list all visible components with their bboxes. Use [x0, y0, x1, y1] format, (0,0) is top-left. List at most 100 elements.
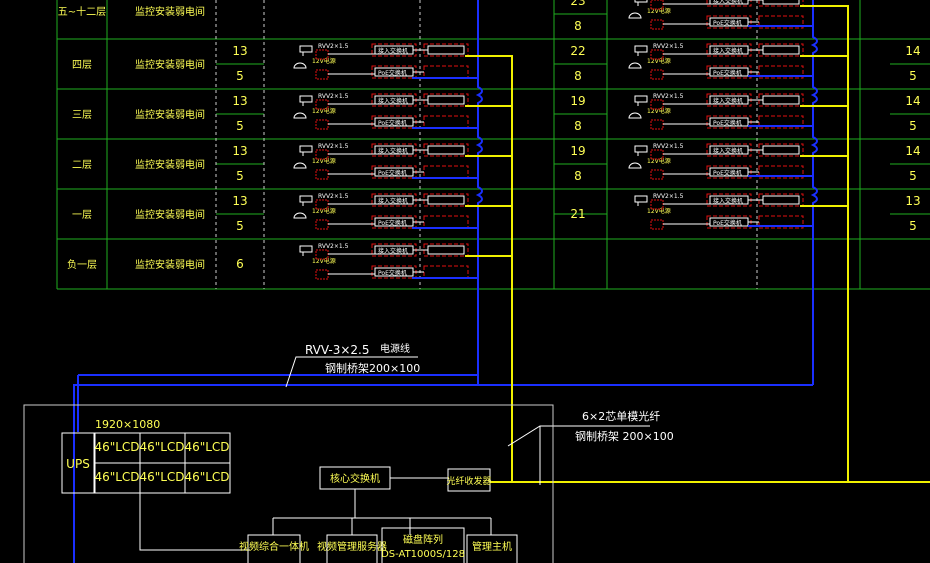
access-switch-label: 接入交换机 — [713, 97, 743, 105]
device-count: 19 — [570, 144, 585, 158]
floor-name: 二层 — [72, 159, 92, 171]
floor-device-group: RVV2×1.512V电源接入交换机PoE交换机 — [628, 0, 804, 30]
access-switch-label: 接入交换机 — [378, 197, 408, 205]
floor-device-group: RVV2×1.512V电源接入交换机PoE交换机 — [628, 143, 804, 180]
fiber-spec-label: 6×2芯单模光纤 — [582, 409, 660, 423]
yellow-fiber — [465, 55, 513, 482]
resolution-label: 1920×1080 — [95, 418, 160, 431]
storage-label: 磁盘阵列 — [403, 533, 443, 546]
camera-icon — [299, 45, 313, 56]
access-switch-label: 接入交换机 — [713, 0, 743, 5]
floor-name: 负一层 — [67, 258, 97, 271]
odf-frame — [423, 265, 469, 279]
dome-camera-icon — [628, 112, 642, 119]
floor-device-group: RVV2×1.512V电源接入交换机PoE交换机 — [299, 243, 469, 280]
floor-room: 监控安装弱电间 — [135, 258, 205, 271]
aggregation-box — [427, 45, 465, 55]
access-switch-label: 接入交换机 — [378, 47, 408, 55]
poe-switch-label: PoE交换机 — [713, 169, 742, 177]
poe-switch-label: PoE交换机 — [378, 169, 407, 177]
aggregation-box — [427, 95, 465, 105]
dome-camera-icon — [628, 12, 642, 19]
dome-camera-icon — [293, 62, 307, 69]
device-count: 5 — [236, 69, 244, 83]
rvv-label: RVV2×1.5 — [653, 93, 684, 100]
camera-icon — [634, 145, 648, 156]
floor-device-group: RVV2×1.512V电源接入交换机PoE交换机 — [628, 93, 804, 130]
poe-switch-label: PoE交换机 — [713, 219, 742, 227]
lcd-label: 46"LCD — [184, 440, 229, 454]
cable-spec-label: RVV-3×2.5 — [305, 343, 370, 357]
aggregation-box — [427, 195, 465, 205]
lcd-label: 46"LCD — [94, 470, 139, 484]
device-count: 8 — [574, 69, 582, 83]
dome-camera-icon — [293, 112, 307, 119]
device-count: 5 — [909, 119, 917, 133]
rvv-label: RVV2×1.5 — [318, 43, 349, 50]
power-box — [315, 169, 329, 180]
power-box — [650, 19, 664, 30]
aggregation-box — [762, 145, 800, 155]
floor-name: 五~十二层 — [58, 5, 106, 18]
poe-switch-label: PoE交换机 — [378, 269, 407, 277]
device-count: 21 — [570, 207, 585, 221]
tray-label: 钢制桥架200×100 — [325, 362, 420, 375]
device-count: 13 — [232, 44, 247, 58]
access-switch-label: 接入交换机 — [378, 147, 408, 155]
poe-switch-label: PoE交换机 — [713, 69, 742, 77]
dome-camera-icon — [628, 162, 642, 169]
riser-diagram: 五~十二层 监控安装弱电间238四层 监控安装弱电间135228145三层 监控安装弱… — [23, 0, 930, 563]
floor-room: 监控安装弱电间 — [135, 208, 205, 221]
device-count: 5 — [236, 219, 244, 233]
device-count: 8 — [574, 169, 582, 183]
device-count: 23 — [570, 0, 585, 8]
rvv-label: RVV2×1.5 — [653, 143, 684, 150]
camera-icon — [299, 245, 313, 256]
odf-frame — [423, 115, 469, 129]
poe-switch-label: PoE交换机 — [378, 69, 407, 77]
device-count: 14 — [905, 94, 920, 108]
access-switch-label: 接入交换机 — [713, 147, 743, 155]
device-count: 5 — [909, 219, 917, 233]
floor-device-group: RVV2×1.512V电源接入交换机PoE交换机 — [293, 193, 469, 230]
access-switch-label: 接入交换机 — [713, 47, 743, 55]
dome-camera-icon — [293, 212, 307, 219]
power-box — [315, 119, 329, 130]
cable-note-label: 电源线 — [380, 342, 410, 355]
floor-device-group: RVV2×1.512V电源接入交换机PoE交换机 — [628, 43, 804, 80]
power-box — [650, 69, 664, 80]
aggregation-box — [427, 245, 465, 255]
dome-camera-icon — [293, 162, 307, 169]
floor-device-group: RVV2×1.512V电源接入交换机PoE交换机 — [293, 93, 469, 130]
lcd-label: 46"LCD — [94, 440, 139, 454]
floor-name: 一层 — [72, 209, 92, 221]
floor-name: 四层 — [72, 59, 92, 71]
host-label: 管理主机 — [472, 540, 512, 553]
floor-table-grid — [56, 0, 930, 290]
camera-icon — [634, 0, 648, 6]
device-count: 6 — [236, 257, 244, 271]
camera-icon — [299, 95, 313, 106]
rvv-label: RVV2×1.5 — [318, 143, 349, 150]
device-count: 13 — [232, 194, 247, 208]
poe-switch-label: PoE交换机 — [713, 119, 742, 127]
camera-icon — [299, 145, 313, 156]
camera-icon — [299, 195, 313, 206]
floor-labels: 五~十二层 监控安装弱电间238四层 监控安装弱电间135228145三层 监控安装弱… — [58, 0, 921, 271]
power-box — [315, 69, 329, 80]
blue-power-riser — [810, 0, 818, 385]
cad-drawing-canvas: 五~十二层 监控安装弱电间 23 8 四层 监控安装弱电间 13 5 22 8 14 5 三层 监控安装弱… — [0, 0, 930, 563]
device-count: 13 — [232, 94, 247, 108]
nvr-server-label: 视频管理服务器 — [317, 540, 387, 553]
power-box — [315, 269, 329, 280]
control-room: 1920×1080UPS46"LCD 46"LCD 46"LCD46"LCD 46"L… — [23, 404, 554, 563]
floor-room: 监控安装弱电间 — [135, 158, 205, 171]
odf-frame — [423, 165, 469, 179]
rvv-label: RVV2×1.5 — [318, 193, 349, 200]
aggregation-box — [762, 195, 800, 205]
device-count: 5 — [909, 69, 917, 83]
poe-switch-label: PoE交换机 — [378, 119, 407, 127]
lcd-label: 46"LCD — [139, 440, 184, 454]
power-box — [650, 169, 664, 180]
rvv-label: RVV2×1.5 — [653, 193, 684, 200]
